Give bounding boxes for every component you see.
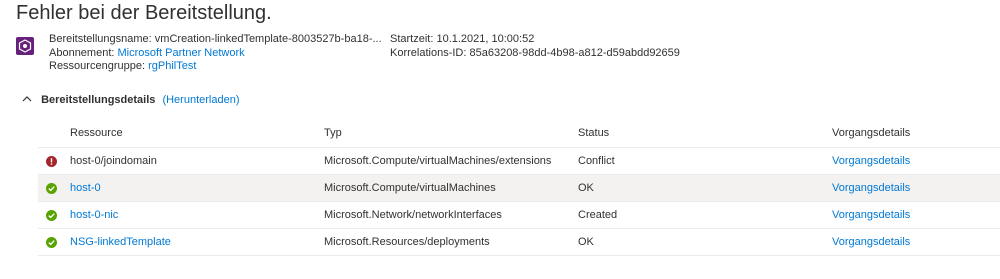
status-cell: Conflict — [578, 147, 832, 175]
deployment-details-toggle[interactable]: Bereitstellungsdetails (Herunterladen) — [22, 93, 240, 107]
resource-group-label: Ressourcengruppe: — [49, 60, 146, 72]
table-row[interactable]: NSG-linkedTemplate Microsoft.Resources/d… — [38, 228, 1000, 256]
resource-link[interactable]: host-0-nic — [70, 209, 118, 221]
status-icon-header — [38, 119, 70, 148]
table-row[interactable]: host-0 Microsoft.Compute/virtualMachines… — [38, 174, 1000, 202]
resource-header: Ressource — [70, 119, 324, 148]
subscription-row: Abonnement: Microsoft Partner Network — [49, 47, 382, 61]
status-header: Status — [578, 119, 832, 148]
status-cell: OK — [578, 174, 832, 202]
type-cell: Microsoft.Resources/deployments — [324, 228, 578, 256]
deployment-icon — [16, 37, 34, 55]
deployment-details-table: Ressource Typ Status Vorgangsdetails hos… — [38, 119, 1000, 256]
start-time-value: 10.1.2021, 10:00:52 — [436, 33, 535, 45]
table-header-row: Ressource Typ Status Vorgangsdetails — [38, 119, 1000, 148]
download-link[interactable]: (Herunterladen) — [162, 94, 239, 106]
success-icon — [46, 236, 57, 248]
correlation-row: Korrelations-ID: 85a63208-98dd-4b98-a812… — [390, 47, 680, 61]
operation-details-link[interactable]: Vorgangsdetails — [832, 155, 910, 167]
start-time-row: Startzeit: 10.1.2021, 10:00:52 — [390, 33, 680, 47]
deployment-name-label: Bereitstellungsname: — [49, 33, 152, 45]
status-cell: OK — [578, 228, 832, 256]
deployment-name-value: vmCreation-linkedTemplate-8003527b-ba18-… — [154, 33, 382, 45]
operation-details-link[interactable]: Vorgangsdetails — [832, 209, 910, 221]
type-cell: Microsoft.Network/networkInterfaces — [324, 201, 578, 229]
start-time-label: Startzeit: — [390, 33, 434, 45]
operation-details-link[interactable]: Vorgangsdetails — [832, 182, 910, 194]
chevron-up-icon[interactable] — [22, 93, 34, 107]
deployment-meta-right: Startzeit: 10.1.2021, 10:00:52 Korrelati… — [390, 33, 680, 60]
resource-link[interactable]: NSG-linkedTemplate — [70, 236, 171, 248]
correlation-value: 85a63208-98dd-4b98-a812-d59abdd92659 — [469, 46, 680, 59]
page-title: Fehler bei der Bereitstellung. — [16, 2, 272, 24]
table-row[interactable]: host-0/joindomain Microsoft.Compute/virt… — [38, 147, 1000, 175]
type-header: Typ — [324, 119, 578, 148]
resource-group-row: Ressourcengruppe: rgPhilTest — [49, 60, 382, 74]
correlation-label: Korrelations-ID: — [390, 46, 467, 59]
deployment-details-title: Bereitstellungsdetails — [41, 94, 156, 106]
deployment-meta-left: Bereitstellungsname: vmCreation-linkedTe… — [49, 33, 382, 74]
operation-details-link[interactable]: Vorgangsdetails — [832, 236, 910, 248]
error-icon — [46, 155, 57, 167]
type-cell: Microsoft.Compute/virtualMachines — [324, 174, 578, 202]
subscription-label: Abonnement: — [49, 46, 115, 59]
subscription-link[interactable]: Microsoft Partner Network — [118, 47, 245, 59]
resource-cell: host-0/joindomain — [70, 147, 324, 175]
operation-details-header: Vorgangsdetails — [832, 119, 1000, 148]
deployment-name-row: Bereitstellungsname: vmCreation-linkedTe… — [49, 33, 382, 47]
type-cell: Microsoft.Compute/virtualMachines/extens… — [324, 147, 578, 175]
success-icon — [46, 209, 57, 221]
table-row[interactable]: host-0-nic Microsoft.Network/networkInte… — [38, 201, 1000, 229]
resource-link[interactable]: host-0 — [70, 182, 101, 194]
status-cell: Created — [578, 201, 832, 229]
success-icon — [46, 182, 57, 194]
resource-group-link[interactable]: rgPhilTest — [148, 60, 196, 72]
